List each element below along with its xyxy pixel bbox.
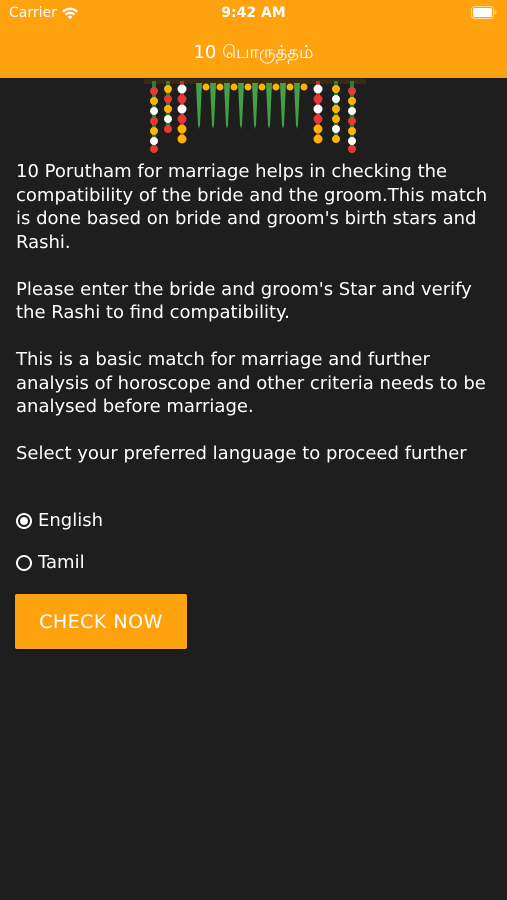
check-now-button[interactable]: CHECK NOW	[15, 594, 187, 649]
battery-icon	[471, 6, 497, 19]
description-text: 10 Porutham for marriage helps in checki…	[16, 160, 492, 466]
language-option-tamil[interactable]: Tamil	[16, 552, 85, 573]
status-bar: Carrier 9:42 AM	[0, 0, 507, 28]
language-option-label: Tamil	[38, 552, 85, 573]
status-time: 9:42 AM	[221, 5, 286, 21]
radio-dot	[20, 516, 28, 525]
radio-selected-icon[interactable]	[16, 512, 32, 529]
app-header: Carrier 9:42 AM 10 பொருத்தம்	[0, 0, 507, 78]
disclaimer-paragraph: This is a basic match for marriage and f…	[16, 349, 486, 417]
toran-garland-image	[144, 79, 366, 153]
radio-unselected-icon[interactable]	[16, 554, 32, 571]
language-option-english[interactable]: English	[16, 510, 103, 531]
page-title: 10 பொருத்தம்	[193, 42, 314, 63]
intro-paragraph: 10 Porutham for marriage helps in checki…	[16, 161, 488, 253]
language-prompt: Select your preferred language to procee…	[16, 443, 467, 464]
language-option-label: English	[38, 510, 103, 531]
instruction-paragraph: Please enter the bride and groom's Star …	[16, 278, 472, 324]
